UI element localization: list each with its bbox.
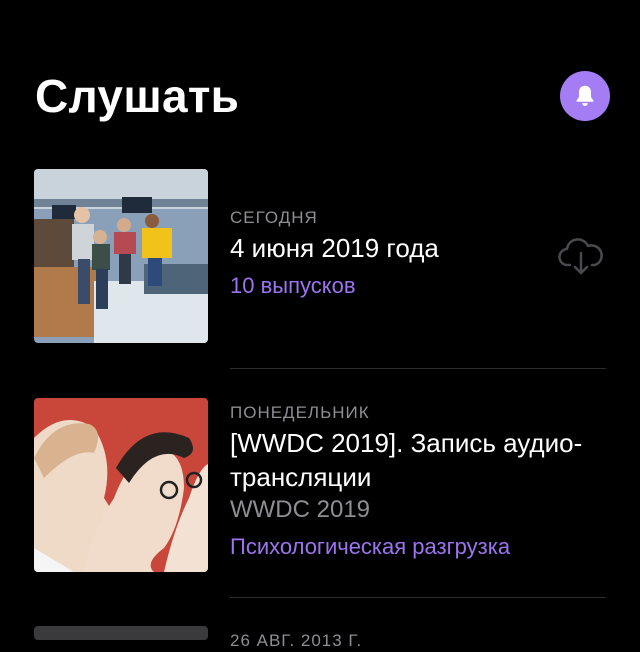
podcast-category-link[interactable]: Психологическая разгрузка xyxy=(230,532,606,562)
episode-date: 26 АВГ. 2013 Г. xyxy=(230,631,363,650)
episode-artwork xyxy=(34,626,208,640)
bell-icon xyxy=(576,85,594,106)
episode-title: 4 июня 2019 года xyxy=(230,233,439,263)
podcast-name: WWDC 2019 xyxy=(230,496,371,523)
episode-count-link[interactable]: 10 выпусков xyxy=(230,271,606,301)
episode-date: СЕГОДНЯ xyxy=(230,208,318,227)
episode-meta: СЕГОДНЯ 4 июня 2019 года 10 выпусков xyxy=(230,207,606,301)
notifications-button[interactable] xyxy=(560,71,610,121)
episode-artwork-illustration xyxy=(34,398,208,572)
episode-date: ПОНЕДЕЛЬНИК xyxy=(230,403,370,422)
episode-item[interactable]: ПОНЕДЕЛЬНИК [WWDC 2019]. Запись аудио-тр… xyxy=(34,398,606,574)
episode-meta: ПОНЕДЕЛЬНИК [WWDC 2019]. Запись аудио-тр… xyxy=(230,402,606,562)
episode-item[interactable]: 26 АВГ. 2013 Г. xyxy=(34,626,606,650)
divider xyxy=(230,597,606,598)
cloud-download-icon[interactable] xyxy=(556,235,606,275)
divider xyxy=(230,368,606,369)
episode-item[interactable]: СЕГОДНЯ 4 июня 2019 года 10 выпусков xyxy=(34,169,606,345)
episode-meta: 26 АВГ. 2013 Г. xyxy=(230,630,606,652)
episode-title: [WWDC 2019]. Запись аудио-трансляции xyxy=(230,428,583,492)
header: Слушать xyxy=(35,66,610,126)
page-title: Слушать xyxy=(35,70,240,122)
episode-artwork-photo xyxy=(34,169,208,343)
